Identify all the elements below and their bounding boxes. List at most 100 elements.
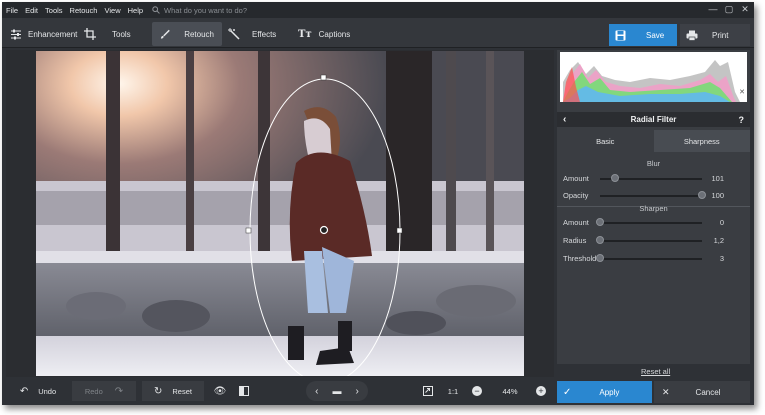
back-arrow-icon[interactable]: ‹ <box>563 114 566 125</box>
blur-section-title: Blur <box>646 159 661 168</box>
tab-sharpness[interactable]: Sharpness <box>653 130 750 152</box>
reset-label: Reset <box>172 386 192 396</box>
captions-tab[interactable]: Tт Captions <box>298 22 350 46</box>
sliders-icon <box>11 29 21 39</box>
slider-track[interactable] <box>600 240 702 242</box>
minimize-icon[interactable]: — <box>705 2 721 16</box>
enhancement-tab[interactable]: Enhancement <box>10 22 77 46</box>
slider-thumb[interactable] <box>611 174 620 182</box>
save-button[interactable]: Save <box>609 24 677 46</box>
menu-retouch[interactable]: Retouch <box>70 6 98 15</box>
filter-tabs: Basic Sharpness <box>557 130 750 152</box>
slider-label: Threshold <box>563 254 597 263</box>
slider-value: 100 <box>711 191 724 200</box>
redo-button[interactable]: Redo ↷ <box>72 381 136 401</box>
next-image-icon[interactable]: › <box>356 386 359 397</box>
reset-all-link[interactable]: Reset all <box>641 367 670 376</box>
slider-thumb[interactable] <box>596 254 604 262</box>
cancel-label: Cancel <box>695 387 721 397</box>
help-icon[interactable]: ? <box>739 115 745 125</box>
sharpen-section-title: Sharpen <box>639 204 668 213</box>
print-label: Print <box>712 30 729 40</box>
print-button[interactable]: Print <box>680 24 750 46</box>
tools-label: Tools <box>112 29 131 39</box>
menu-bar: File Edit Tools Retouch View Help What d… <box>2 2 754 18</box>
compare-icon <box>239 386 249 396</box>
slider-track[interactable] <box>600 195 702 197</box>
fit-to-screen-button[interactable] <box>420 381 436 401</box>
zoom-in-icon: + <box>536 386 546 396</box>
slider-label: Amount <box>563 174 589 183</box>
search-icon <box>152 6 160 14</box>
app-window: File Edit Tools Retouch View Help What d… <box>2 2 754 405</box>
slider-label: Opacity <box>563 191 589 200</box>
slider-track[interactable] <box>600 222 702 224</box>
redo-label: Redo <box>84 386 103 396</box>
search-box[interactable]: What do you want to do? <box>152 6 247 15</box>
slider-label: Radius <box>563 236 587 245</box>
search-placeholder: What do you want to do? <box>164 5 248 15</box>
close-icon[interactable]: ✕ <box>737 2 753 16</box>
undo-label: Undo <box>38 386 57 396</box>
slider-value: 0 <box>719 218 724 227</box>
redo-icon: ↷ <box>114 385 124 397</box>
floppy-disk-icon <box>615 30 626 40</box>
slider-label: Amount <box>563 218 589 227</box>
retouch-tab[interactable]: Retouch <box>152 22 222 46</box>
histogram: ✕ <box>560 52 747 102</box>
menu-tools[interactable]: Tools <box>45 6 63 15</box>
crop-icon <box>84 28 96 40</box>
zoom-out-button[interactable]: − <box>470 381 484 401</box>
slider-thumb[interactable] <box>596 236 604 244</box>
enhancement-label: Enhancement <box>28 29 78 39</box>
effects-label: Effects <box>252 29 277 39</box>
compare-button[interactable] <box>234 381 254 401</box>
cancel-button[interactable]: ✕ Cancel <box>654 381 750 403</box>
zoom-one-to-one-label: 1:1 <box>447 386 459 396</box>
menu-help[interactable]: Help <box>128 6 143 15</box>
zoom-out-icon: − <box>472 386 482 396</box>
maximize-icon[interactable]: ▢ <box>721 2 737 16</box>
slider-value: 101 <box>711 174 724 183</box>
brush-icon <box>160 29 170 39</box>
blur-amount-slider[interactable]: Amount 101 <box>557 173 750 185</box>
slider-value: 3 <box>719 254 724 263</box>
save-label: Save <box>646 30 665 40</box>
tools-tab[interactable]: Tools <box>84 22 131 46</box>
menu-file[interactable]: File <box>6 6 18 15</box>
sharpen-amount-slider[interactable]: Amount 0 <box>557 217 750 229</box>
previous-image-icon[interactable]: ‹ <box>315 386 318 397</box>
retouch-label: Retouch <box>184 29 214 39</box>
panel-header: ‹ Radial Filter ? <box>557 112 750 127</box>
zoom-level: 44% <box>492 381 528 401</box>
histogram-graph <box>563 60 740 102</box>
undo-button[interactable]: ↶ Undo <box>8 381 68 401</box>
threshold-slider[interactable]: Threshold 3 <box>557 253 750 265</box>
tab-basic[interactable]: Basic <box>557 130 654 152</box>
captions-label: Captions <box>318 29 351 39</box>
slider-thumb[interactable] <box>596 218 604 226</box>
text-icon: Tт <box>298 28 312 40</box>
reset-button[interactable]: ↻ Reset <box>142 381 204 401</box>
histogram-close-icon[interactable]: ✕ <box>739 88 745 96</box>
opacity-slider[interactable]: Opacity 100 <box>557 190 750 202</box>
adjustment-panel: ✕ ‹ Radial Filter ? Basic Sharpness Blur… <box>557 50 750 364</box>
folder-icon[interactable]: ▬ <box>333 386 342 396</box>
slider-track[interactable] <box>600 258 702 260</box>
radius-slider[interactable]: Radius 1,2 <box>557 235 750 247</box>
zoom-one-to-one-button[interactable]: 1:1 <box>442 381 464 401</box>
checkmark-icon: ✓ <box>563 386 572 398</box>
zoom-in-button[interactable]: + <box>534 381 548 401</box>
preview-toggle[interactable]: 👁 <box>210 381 230 401</box>
image-canvas <box>6 50 554 377</box>
menu-edit[interactable]: Edit <box>25 6 38 15</box>
apply-button[interactable]: ✓ Apply <box>557 381 652 403</box>
effects-tab[interactable]: Effects <box>228 22 276 46</box>
apply-label: Apply <box>599 387 620 397</box>
fit-screen-icon <box>423 386 433 396</box>
menu-view[interactable]: View <box>104 6 120 15</box>
photo-preview[interactable] <box>36 51 524 376</box>
photo-image <box>36 51 524 376</box>
printer-icon <box>686 30 698 41</box>
undo-icon: ↶ <box>19 385 29 397</box>
